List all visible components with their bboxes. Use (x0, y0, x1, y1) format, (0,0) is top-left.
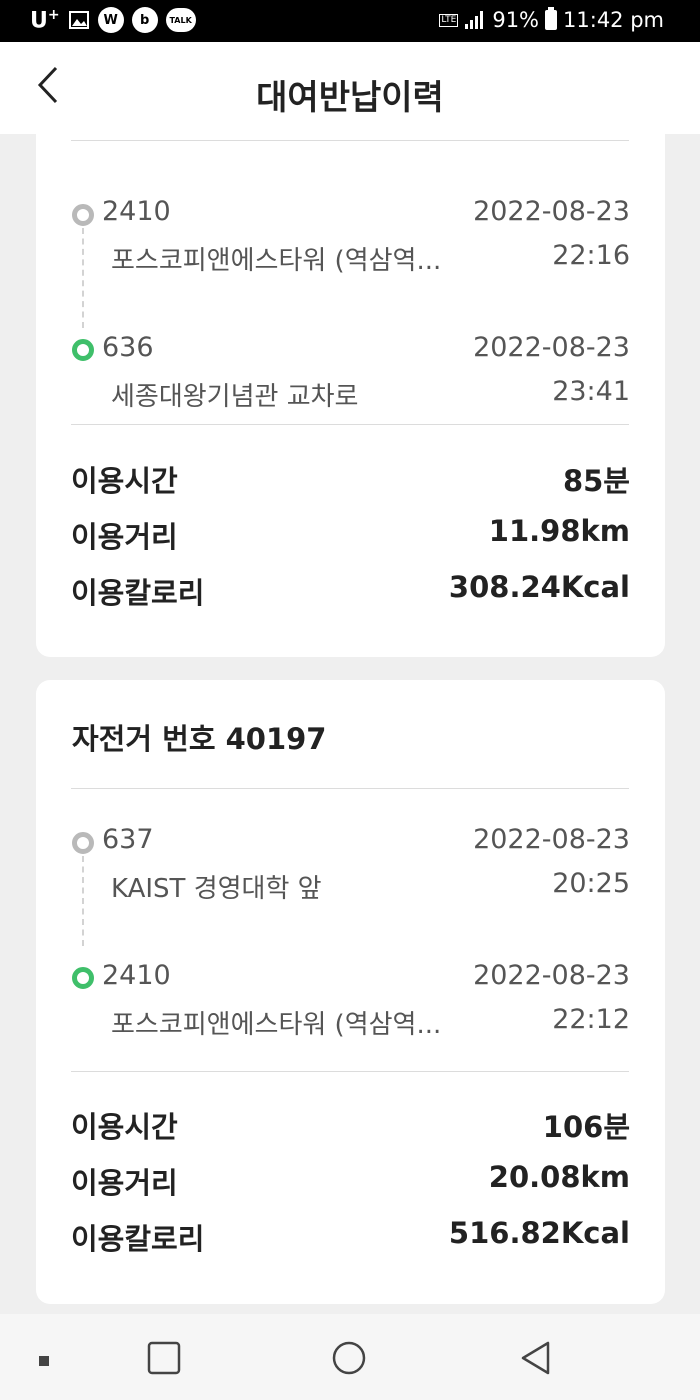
app-header: 대여반납이력 (0, 42, 700, 134)
back-triangle-icon (521, 1341, 550, 1375)
end-station-name: 세종대왕기념관 교차로 (111, 382, 359, 412)
start-dot-icon (72, 204, 94, 226)
usage-distance-label: 이용거리 (71, 520, 178, 554)
usage-time-label: 이용시간 (71, 464, 178, 498)
recent-apps-button[interactable] (146, 1340, 182, 1380)
start-station-name: KAIST 경영대학 앞 (111, 874, 322, 904)
divider (71, 424, 629, 425)
gallery-icon (68, 11, 89, 30)
rental-record-card: 2410 2022-08-23 포스코피앤에스타워 (역삼역... 22:16 … (36, 134, 665, 657)
usage-calories-label: 이용칼로리 (71, 1222, 205, 1256)
page-title: 대여반납이력 (256, 78, 444, 118)
clock: 11:42 pm (563, 8, 664, 32)
end-dot-icon (72, 339, 94, 361)
end-station-name: 포스코피앤에스타워 (역삼역... (111, 1010, 442, 1040)
rental-record-card: 자전거 번호 40197 637 2022-08-23 KAIST 경영대학 앞… (36, 680, 665, 1304)
route-line (82, 228, 84, 328)
divider (71, 1071, 629, 1072)
talk-app-icon: TALK (165, 8, 196, 33)
usage-time-value: 106분 (542, 1110, 630, 1144)
status-bar-right: LTE 91% 11:42 pm (439, 7, 664, 32)
start-station-number: 2410 (102, 196, 171, 227)
end-station-number: 636 (102, 332, 154, 363)
status-bar: U+ W b TALK LTE 91% 11:42 pm (0, 0, 700, 42)
usage-calories-value: 308.24Kcal (448, 570, 630, 604)
end-date: 2022-08-23 (473, 332, 630, 363)
usage-distance-value: 20.08km (488, 1160, 630, 1194)
home-icon (332, 1341, 366, 1375)
start-time: 20:25 (552, 868, 630, 899)
end-station-number: 2410 (102, 960, 171, 991)
usage-calories-label: 이용칼로리 (71, 576, 205, 610)
w-app-icon: W (97, 7, 124, 34)
route-line (82, 856, 84, 946)
status-bar-left: U+ W b TALK (30, 7, 196, 33)
battery-percent: 91% (492, 8, 540, 32)
b-app-icon: b (131, 7, 158, 34)
system-nav-bar (0, 1314, 700, 1400)
nav-dot-icon (38, 1352, 50, 1371)
end-date: 2022-08-23 (473, 960, 630, 991)
usage-calories-value: 516.82Kcal (448, 1216, 630, 1250)
start-time: 22:16 (552, 240, 630, 271)
end-time: 22:12 (552, 1004, 630, 1035)
divider (71, 788, 629, 789)
start-dot-icon (72, 832, 94, 854)
carrier-label: U+ (30, 7, 60, 34)
end-dot-icon (72, 967, 94, 989)
end-time: 23:41 (552, 376, 630, 407)
home-button[interactable] (331, 1340, 367, 1380)
usage-time-label: 이용시간 (71, 1110, 178, 1144)
lte-icon: LTE (439, 13, 459, 27)
recent-apps-icon (147, 1341, 181, 1375)
usage-time-value: 85분 (562, 464, 630, 498)
start-station-number: 637 (102, 824, 154, 855)
divider (71, 140, 629, 141)
start-station-name: 포스코피앤에스타워 (역삼역... (111, 246, 442, 276)
history-list[interactable]: 2410 2022-08-23 포스코피앤에스타워 (역삼역... 22:16 … (0, 134, 700, 1314)
signal-icon (465, 11, 484, 29)
usage-distance-label: 이용거리 (71, 1166, 178, 1200)
battery-icon (545, 7, 558, 30)
start-date: 2022-08-23 (473, 824, 630, 855)
usage-distance-value: 11.98km (488, 514, 630, 548)
bike-number-title: 자전거 번호 40197 (72, 722, 327, 756)
system-back-button[interactable] (518, 1340, 554, 1380)
start-date: 2022-08-23 (473, 196, 630, 227)
